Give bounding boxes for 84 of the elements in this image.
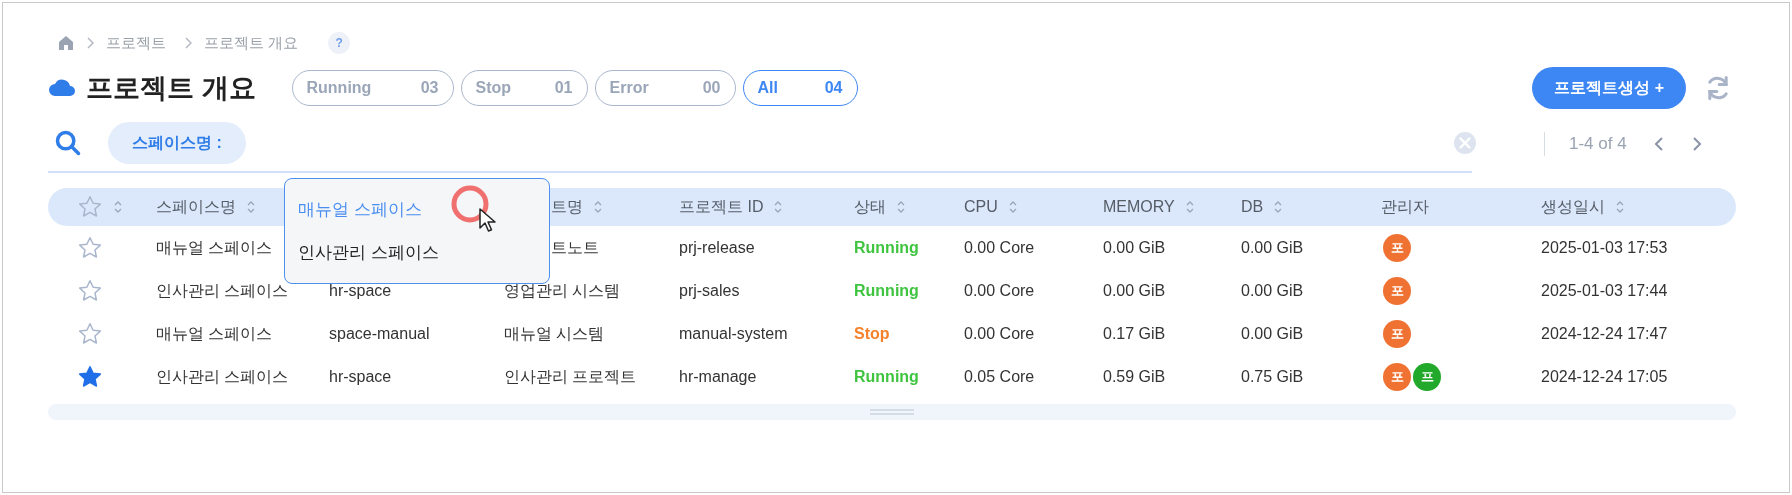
table-cell-text: 0.00 Core xyxy=(964,323,1035,344)
table-cell-text: 0.00 GiB xyxy=(1241,237,1304,258)
table-cell-text: 인사관리 프로젝트 xyxy=(504,366,637,387)
table-cell-text: 0.00 GiB xyxy=(1103,237,1166,258)
table-cell-text: 0.00 GiB xyxy=(1103,280,1166,301)
sort-icon[interactable] xyxy=(1615,200,1625,214)
sort-icon[interactable] xyxy=(773,200,784,214)
table-cell-text: 0.05 Core xyxy=(964,366,1035,387)
avatar-badge[interactable]: 포 xyxy=(1383,233,1411,262)
table-cell-text: 영업관리 시스템 xyxy=(504,280,621,301)
previous-icon[interactable] xyxy=(1652,136,1665,152)
drag-handle-icon[interactable] xyxy=(870,409,914,415)
help-button[interactable]: ? xyxy=(328,32,351,54)
sort-icon[interactable] xyxy=(246,200,256,214)
table-cell-text: 인사관리 스페이스 xyxy=(156,280,289,301)
star-icon[interactable] xyxy=(77,363,103,390)
table-cell-text: hr-space xyxy=(329,280,392,301)
page-title: 프로젝트 개요 xyxy=(86,71,256,105)
table-cell-text: 0.75 GiB xyxy=(1241,366,1304,387)
column-header[interactable]: 프로젝트 ID xyxy=(679,195,764,219)
avatar-badge[interactable]: 프 xyxy=(1413,362,1441,391)
cloud-icon xyxy=(48,79,76,97)
sort-icon[interactable] xyxy=(593,200,603,214)
table-cell-text: 0.00 Core xyxy=(964,280,1035,301)
clear-icon[interactable] xyxy=(1453,131,1477,155)
star-icon[interactable] xyxy=(77,194,103,220)
click-ring-icon xyxy=(450,184,490,224)
table-cell-text: 0.00 GiB xyxy=(1241,280,1304,301)
dropdown-item[interactable]: 인사관리 스페이스 xyxy=(298,240,536,266)
table-cell-text: prj-release xyxy=(679,237,755,258)
chevron-icon xyxy=(184,37,192,49)
sort-icon[interactable] xyxy=(113,200,123,214)
table-cell-text: 트노트 xyxy=(551,237,599,258)
table-cell-text: 0.59 GiB xyxy=(1103,366,1166,387)
chevron-icon xyxy=(86,37,94,49)
column-header[interactable]: DB xyxy=(1241,195,1264,219)
status-text: Running xyxy=(854,280,919,301)
pagination-range: 1-4 of 4 xyxy=(1569,133,1627,156)
sort-icon[interactable] xyxy=(896,200,906,214)
column-header[interactable]: CPU xyxy=(964,195,998,219)
status-text: Stop xyxy=(854,323,890,344)
table-cell-text: 2024-12-24 17:47 xyxy=(1541,323,1668,344)
table-cell-text: 2025-01-03 17:44 xyxy=(1541,280,1668,301)
table-cell-text: 매뉴얼 스페이스 xyxy=(156,237,273,258)
star-icon[interactable] xyxy=(77,234,103,261)
dropdown-item[interactable]: 매뉴얼 스페이스 xyxy=(298,196,536,222)
star-icon[interactable] xyxy=(77,320,103,347)
search-icon[interactable] xyxy=(54,129,82,157)
table-cell-text: 매뉴얼 스페이스 xyxy=(156,323,273,344)
avatar-badge[interactable]: 포 xyxy=(1383,276,1411,305)
table-cell-text: 0.17 GiB xyxy=(1103,323,1166,344)
column-header[interactable]: 관리자 xyxy=(1381,195,1429,219)
column-header[interactable]: 상태 xyxy=(854,195,886,219)
scrollbar[interactable] xyxy=(48,404,1736,420)
column-header[interactable]: 생성일시 xyxy=(1541,195,1605,219)
table-cell-text: hr-space xyxy=(329,366,392,387)
table-cell-text: 매뉴얼 시스템 xyxy=(504,323,605,344)
star-icon[interactable] xyxy=(77,277,103,304)
table-cell-text: prj-sales xyxy=(679,280,740,301)
breadcrumb-item[interactable]: 프로젝트 xyxy=(106,31,166,55)
column-header[interactable]: 스페이스명 xyxy=(156,195,236,219)
status-text: Running xyxy=(854,237,919,258)
table-cell-text: 인사관리 스페이스 xyxy=(156,366,289,387)
table-cell-text: space-manual xyxy=(329,323,430,344)
status-text: Running xyxy=(854,366,919,387)
create-project-button[interactable]: 프로젝트생성 + xyxy=(1532,67,1686,109)
avatar-badge[interactable]: 포 xyxy=(1383,319,1411,348)
column-header[interactable]: 트명 xyxy=(551,195,583,219)
table-cell-text: 2025-01-03 17:53 xyxy=(1541,237,1668,258)
next-icon[interactable] xyxy=(1690,136,1703,152)
table-cell-text: 0.00 GiB xyxy=(1241,323,1304,344)
table-cell-text: 0.00 Core xyxy=(964,237,1035,258)
sort-icon[interactable] xyxy=(1007,200,1018,214)
table-cell-text: hr-manage xyxy=(679,366,757,387)
column-header[interactable]: MEMORY xyxy=(1103,195,1175,219)
sort-icon[interactable] xyxy=(1273,200,1284,214)
cursor-icon xyxy=(478,207,498,233)
sort-icon[interactable] xyxy=(1184,200,1195,214)
table-cell-text: manual-system xyxy=(679,323,788,344)
breadcrumb-item[interactable]: 프로젝트 개요 xyxy=(204,31,299,55)
avatar-badge[interactable]: 포 xyxy=(1383,362,1411,391)
filter-chip[interactable]: 스페이스명 : xyxy=(108,122,246,164)
table-cell-text: 2024-12-24 17:05 xyxy=(1541,366,1668,387)
home-icon[interactable] xyxy=(58,35,74,51)
